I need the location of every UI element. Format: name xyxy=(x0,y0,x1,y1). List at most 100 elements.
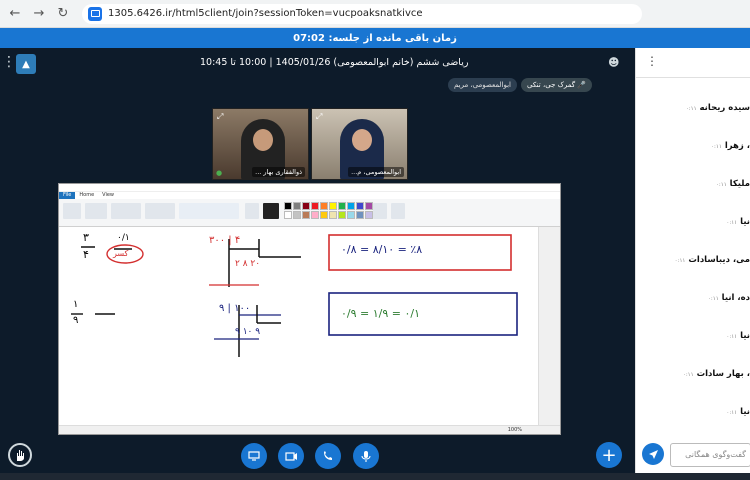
send-icon xyxy=(648,449,658,459)
paint-canvas: ۳ ۴ ۰/۱ کسر ۳۰۰ | ۴ ۲ ۸ ۲۰ ۰/۸ = ۸/۱۰ = … xyxy=(59,227,539,427)
palette-swatch xyxy=(356,202,364,210)
tab-view: View xyxy=(102,192,115,198)
expand-icon[interactable]: ⤢ xyxy=(316,112,322,122)
session-title: ریاضی ششم (خانم ابوالمعصومی) 1405/01/26 … xyxy=(200,57,469,68)
palette-swatch xyxy=(365,202,373,210)
url-text: 1305.6426.ir/html5client/join?sessionTok… xyxy=(108,8,423,19)
math-text: ۳۰۰ | ۴ xyxy=(209,235,241,246)
timer-text: زمان باقی مانده از جلسه: 07:02 xyxy=(293,32,457,44)
edit-colors-icon xyxy=(373,203,387,219)
user-list-item[interactable]: نیا۰:۱۱ xyxy=(636,217,750,227)
user-list-item[interactable]: نیا۰:۱۱ xyxy=(636,331,750,341)
user-list-item[interactable]: سیده ریحانه۰:۱۱ xyxy=(636,103,750,113)
paste-icon xyxy=(63,203,81,219)
handwriting-svg xyxy=(71,234,518,357)
math-text: ۲ ۸ ۲۰ xyxy=(235,259,261,269)
actions-plus-button[interactable]: + xyxy=(596,442,622,468)
chat-input[interactable]: گفت‌وگوی همگانی xyxy=(670,443,750,467)
zoom-level: 100% xyxy=(507,427,522,433)
palette-swatch xyxy=(320,202,328,210)
send-button[interactable] xyxy=(642,443,664,465)
microphone-button[interactable] xyxy=(353,443,379,469)
math-text: ۹ | ۱۰۰ xyxy=(219,303,251,314)
user-list-item[interactable]: می، دیباسادات۰:۱۱ xyxy=(636,255,750,265)
paint-tabs: File Home View xyxy=(59,192,560,199)
palette-swatch xyxy=(347,202,355,210)
palette-swatch xyxy=(284,202,292,210)
shapes-icon xyxy=(179,203,239,219)
tab-home: Home xyxy=(79,192,95,198)
users-panel: ⋮ سیده ریحانه۰:۱۱ ، زهرا۰:۱۱ ملیکا۰:۱۱ ن… xyxy=(635,48,750,473)
tools-icon xyxy=(145,203,175,219)
palette-swatch xyxy=(293,211,301,219)
palette-swatch xyxy=(302,211,310,219)
paint-scrollbar xyxy=(538,227,560,427)
user-list-item[interactable]: نیا۰:۱۱ xyxy=(636,407,750,417)
back-icon[interactable]: ← xyxy=(6,5,24,23)
math-text: ۹ ۱۰ ۹ xyxy=(235,327,261,337)
audio-button[interactable] xyxy=(315,443,341,469)
users-toggle-icon[interactable]: ☻ xyxy=(608,56,619,69)
expand-icon[interactable]: ⤢ xyxy=(217,112,223,122)
phone-icon xyxy=(324,451,332,460)
user-list-item[interactable]: ملیکا۰:۱۱ xyxy=(636,179,750,189)
site-info-icon[interactable] xyxy=(88,6,102,21)
paint3d-icon xyxy=(391,203,405,219)
webcam-tile[interactable]: ⤢ ● ذوالفقاری بهار ... xyxy=(212,108,309,180)
user-list-item[interactable]: ، زهرا۰:۱۱ xyxy=(636,141,750,151)
palette-swatch xyxy=(365,211,373,219)
user-list-item[interactable]: ده، انیا۰:۱۱ xyxy=(636,293,750,303)
hand-icon xyxy=(17,450,24,461)
screenshare-presentation[interactable]: File Home View ۳ ۴ ۰/۱ کسر ۳۰۰ | ۴ ۲ ۸ ۲… xyxy=(58,183,561,435)
tab-file: File xyxy=(59,192,76,199)
palette-swatch xyxy=(356,211,364,219)
paint-titlebar xyxy=(59,184,560,192)
palette-swatch xyxy=(329,211,337,219)
meeting-header: ⋮ ▲ ریاضی ششم (خانم ابوالمعصومی) 1405/01… xyxy=(0,48,635,78)
raise-hand-button[interactable] xyxy=(8,443,32,467)
math-text: ۱ xyxy=(73,299,79,310)
camera-button[interactable] xyxy=(278,443,304,469)
meeting-main-area: ⋮ ▲ ریاضی ششم (خانم ابوالمعصومی) 1405/01… xyxy=(0,48,635,480)
palette-swatch xyxy=(329,202,337,210)
color1-icon xyxy=(263,203,279,219)
camera-icon xyxy=(284,451,297,461)
math-text: کسر xyxy=(113,249,129,258)
user-list-item[interactable]: ، بهار سادات۰:۱۱ xyxy=(636,369,750,379)
paint-ribbon xyxy=(59,199,560,227)
mic-icon xyxy=(361,450,371,462)
clipboard-icon xyxy=(85,203,107,219)
palette-swatch xyxy=(293,202,301,210)
math-text: ۰/۹ = ۱/۹ = ۰/۱ xyxy=(341,307,420,320)
palette-swatch xyxy=(338,211,346,219)
talking-indicators: 🎤 گمرک جی، تنکی ابوالمعصومی، مریم xyxy=(448,78,593,92)
monitor-icon xyxy=(248,451,260,461)
math-text: ۰/۸ = ۸/۱۰ = ٪۸ xyxy=(341,243,423,256)
palette-swatch xyxy=(284,211,292,219)
screenshare-button[interactable] xyxy=(241,443,267,469)
options-menu-icon[interactable]: ⋮ xyxy=(2,54,16,70)
app-logo-icon: ▲ xyxy=(16,54,36,74)
math-text: ۳ xyxy=(83,231,89,244)
palette-swatch xyxy=(302,202,310,210)
palette-swatch xyxy=(338,202,346,210)
panel-options-icon[interactable]: ⋮ xyxy=(646,54,658,68)
math-text: ۴ xyxy=(83,248,89,261)
reload-icon[interactable]: ↻ xyxy=(54,5,72,23)
users-panel-header: ⋮ xyxy=(636,48,750,78)
browser-toolbar: ← → ↻ 1305.6426.ir/html5client/join?sess… xyxy=(0,0,750,28)
color-palette xyxy=(284,202,373,220)
webcam-label: ابوالمعصومی، م... xyxy=(348,167,404,177)
palette-swatch xyxy=(311,211,319,219)
palette-swatch xyxy=(320,211,328,219)
forward-icon[interactable]: → xyxy=(30,5,48,23)
address-bar[interactable]: 1305.6426.ir/html5client/join?sessionTok… xyxy=(82,3,642,24)
os-taskbar xyxy=(0,473,750,480)
talker-chip[interactable]: 🎤 گمرک جی، تنکی xyxy=(520,78,593,92)
webcam-tile[interactable]: ⤢ ابوالمعصومی، م... xyxy=(311,108,408,180)
math-text: ۹ xyxy=(73,315,79,326)
talker-chip[interactable]: ابوالمعصومی، مریم xyxy=(448,78,517,92)
paint-statusbar: 100% xyxy=(59,425,560,434)
image-tools-icon xyxy=(111,203,141,219)
webcam-label: ذوالفقاری بهار ... xyxy=(252,167,305,177)
